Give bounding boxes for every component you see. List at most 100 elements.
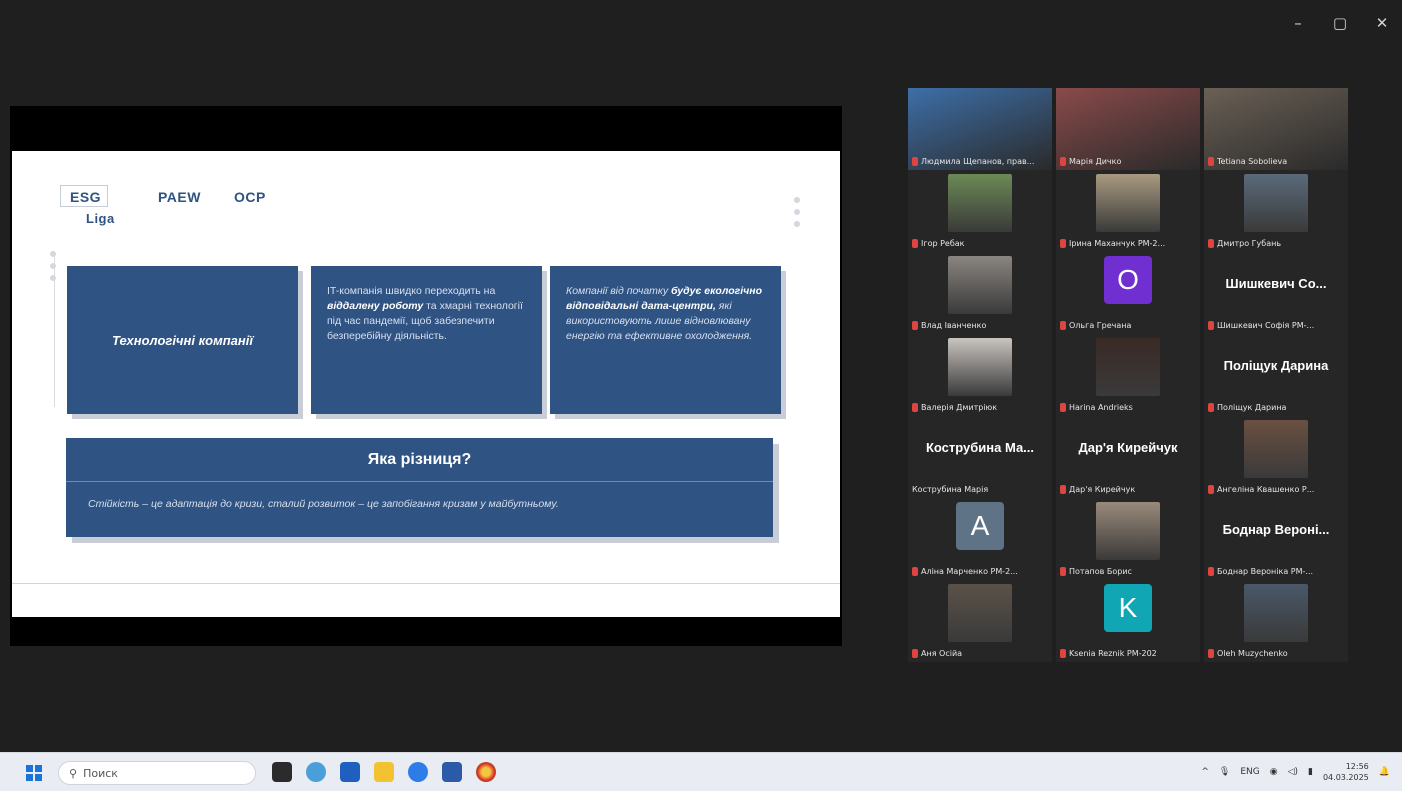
participant-tile[interactable]: Дар'я Кирейчук Дар'я Кирейчук: [1056, 416, 1200, 498]
microphone-icon[interactable]: 🎙: [1219, 767, 1230, 777]
participant-tile[interactable]: Кострубина Ма... Кострубина Марія: [908, 416, 1052, 498]
clock-date: 04.03.2025: [1322, 773, 1369, 782]
participant-tile[interactable]: Ігор Ребак: [908, 170, 1052, 252]
chevron-up-icon[interactable]: ^: [1201, 767, 1209, 777]
language-indicator[interactable]: ENG: [1240, 767, 1259, 777]
participant-name: Валерія Дмитріюк: [921, 403, 998, 412]
participant-name: Ірина Маханчук РМ-2...: [1069, 239, 1166, 248]
system-tray: ^ 🎙 ENG ◉ ◁) ▮ 12:56 04.03.2025 🔔: [1201, 761, 1390, 783]
participant-name-label: Поліщук Дарина: [1208, 403, 1346, 412]
muted-mic-icon: [912, 567, 918, 576]
participant-photo: [1244, 420, 1308, 478]
participant-photo: [948, 338, 1012, 396]
participant-tile[interactable]: O Ольга Гречана: [1056, 252, 1200, 334]
participant-name: Людмила Щепанов, прав...: [921, 157, 1035, 166]
participant-tile[interactable]: Ангеліна Квашенко Р...: [1204, 416, 1348, 498]
volume-icon[interactable]: ◁): [1288, 767, 1298, 777]
participant-photo: [1244, 174, 1308, 232]
participant-name: Ksenia Reznik РМ-202: [1069, 649, 1157, 658]
participant-name-label: Влад Іванченко: [912, 321, 1050, 330]
participant-name-label: Кострубина Марія: [912, 485, 1050, 494]
logo-esg: ESG: [70, 189, 102, 205]
participant-tile[interactable]: Поліщук Дарина Поліщук Дарина: [1204, 334, 1348, 416]
participant-tile[interactable]: A Аліна Марченко РМ-2...: [908, 498, 1052, 580]
participant-tile[interactable]: Oleh Muzychenko: [1204, 580, 1348, 662]
widgets-icon[interactable]: [306, 762, 326, 782]
participant-display-name: Дар'я Кирейчук: [1078, 440, 1178, 455]
participant-name: Дар'я Кирейчук: [1069, 485, 1136, 494]
participant-tile[interactable]: Ірина Маханчук РМ-2...: [1056, 170, 1200, 252]
battery-icon[interactable]: ▮: [1308, 767, 1313, 777]
taskbar-search[interactable]: ⚲ Поиск: [58, 761, 256, 785]
participant-avatar: O: [1104, 256, 1152, 304]
close-button[interactable]: ✕: [1372, 14, 1392, 32]
participant-tile[interactable]: K Ksenia Reznik РМ-202: [1056, 580, 1200, 662]
wifi-icon[interactable]: ◉: [1270, 767, 1278, 777]
slide-decoration-dots-left: [50, 251, 56, 287]
participant-name: Harina Andrieks: [1069, 403, 1133, 412]
participant-name: Аня Осійа: [921, 649, 963, 658]
participant-tile[interactable]: Дмитро Губань: [1204, 170, 1348, 252]
participant-tile[interactable]: Людмила Щепанов, прав...: [908, 88, 1052, 170]
word-icon[interactable]: [442, 762, 462, 782]
card-green-datacenters: Компанії від початку будує екологічно ві…: [550, 266, 781, 414]
participant-name-label: Ірина Маханчук РМ-2...: [1060, 239, 1198, 248]
participant-tile[interactable]: Tetiana Sobolieva: [1204, 88, 1348, 170]
participant-name: Шишкевич Софія РМ-...: [1217, 321, 1315, 330]
slide-divider-vertical: [54, 257, 55, 407]
card-text: IT-компанія швидко переходить на віддале…: [327, 285, 523, 342]
muted-mic-icon: [912, 649, 918, 658]
participant-tile[interactable]: Harina Andrieks: [1056, 334, 1200, 416]
participant-name: Кострубина Марія: [912, 485, 989, 494]
muted-mic-icon: [1060, 321, 1066, 330]
minimize-button[interactable]: –: [1288, 14, 1308, 32]
clock[interactable]: 12:56 04.03.2025: [1323, 761, 1369, 783]
participant-name: Аліна Марченко РМ-2...: [921, 567, 1018, 576]
file-explorer-icon[interactable]: [374, 762, 394, 782]
slide-divider-horizontal: [12, 583, 840, 584]
difference-box: Яка різниця? Стійкість – це адаптація до…: [66, 438, 773, 537]
participant-name-label: Шишкевич Софія РМ-...: [1208, 321, 1346, 330]
zoom-window: – ▢ ✕ ESG Liga PAEW OCP Технологічні ком…: [0, 0, 1402, 752]
participant-tile[interactable]: Боднар Вероні... Боднар Вероніка РМ-...: [1204, 498, 1348, 580]
participant-tile[interactable]: Марія Дичко: [1056, 88, 1200, 170]
participant-photo: [1096, 338, 1160, 396]
participant-name: Ігор Ребак: [921, 239, 965, 248]
participant-name-label: Потапов Борис: [1060, 567, 1198, 576]
participant-name: Ангеліна Квашенко Р...: [1217, 485, 1315, 494]
participant-tile[interactable]: Шишкевич Со... Шишкевич Софія РМ-...: [1204, 252, 1348, 334]
participant-name-label: Людмила Щепанов, прав...: [912, 157, 1050, 166]
task-view-icon[interactable]: [272, 762, 292, 782]
participant-name: Влад Іванченко: [921, 321, 987, 330]
muted-mic-icon: [1208, 403, 1214, 412]
muted-mic-icon: [1060, 157, 1066, 166]
windows-start-icon[interactable]: [26, 765, 42, 781]
store-icon[interactable]: [340, 762, 360, 782]
participants-gallery: Людмила Щепанов, прав... Марія Дичко Tetia…: [908, 88, 1348, 664]
difference-text: Стійкість – це адаптація до кризи, стали…: [88, 498, 559, 510]
logo-liga: Liga: [86, 211, 115, 226]
muted-mic-icon: [1060, 567, 1066, 576]
muted-mic-icon: [1208, 649, 1214, 658]
notification-bell-icon[interactable]: 🔔: [1379, 767, 1390, 777]
participant-name-label: Марія Дичко: [1060, 157, 1198, 166]
muted-mic-icon: [1208, 321, 1214, 330]
participant-photo: [1096, 502, 1160, 560]
logo-ocp: OCP: [234, 189, 266, 205]
participant-name-label: Ольга Гречана: [1060, 321, 1198, 330]
participant-display-name: Шишкевич Со...: [1225, 276, 1327, 291]
chrome-icon[interactable]: [476, 762, 496, 782]
restore-button[interactable]: ▢: [1330, 14, 1350, 32]
participant-display-name: Кострубина Ма...: [925, 440, 1035, 455]
muted-mic-icon: [1060, 649, 1066, 658]
participant-avatar: A: [956, 502, 1004, 550]
participant-tile[interactable]: Потапов Борис: [1056, 498, 1200, 580]
participant-name: Поліщук Дарина: [1217, 403, 1287, 412]
participant-tile[interactable]: Влад Іванченко: [908, 252, 1052, 334]
participant-name: Боднар Вероніка РМ-...: [1217, 567, 1314, 576]
muted-mic-icon: [912, 157, 918, 166]
participant-tile[interactable]: Валерія Дмитріюк: [908, 334, 1052, 416]
search-icon: ⚲: [69, 766, 78, 780]
participant-tile[interactable]: Аня Осійа: [908, 580, 1052, 662]
zoom-icon[interactable]: [408, 762, 428, 782]
